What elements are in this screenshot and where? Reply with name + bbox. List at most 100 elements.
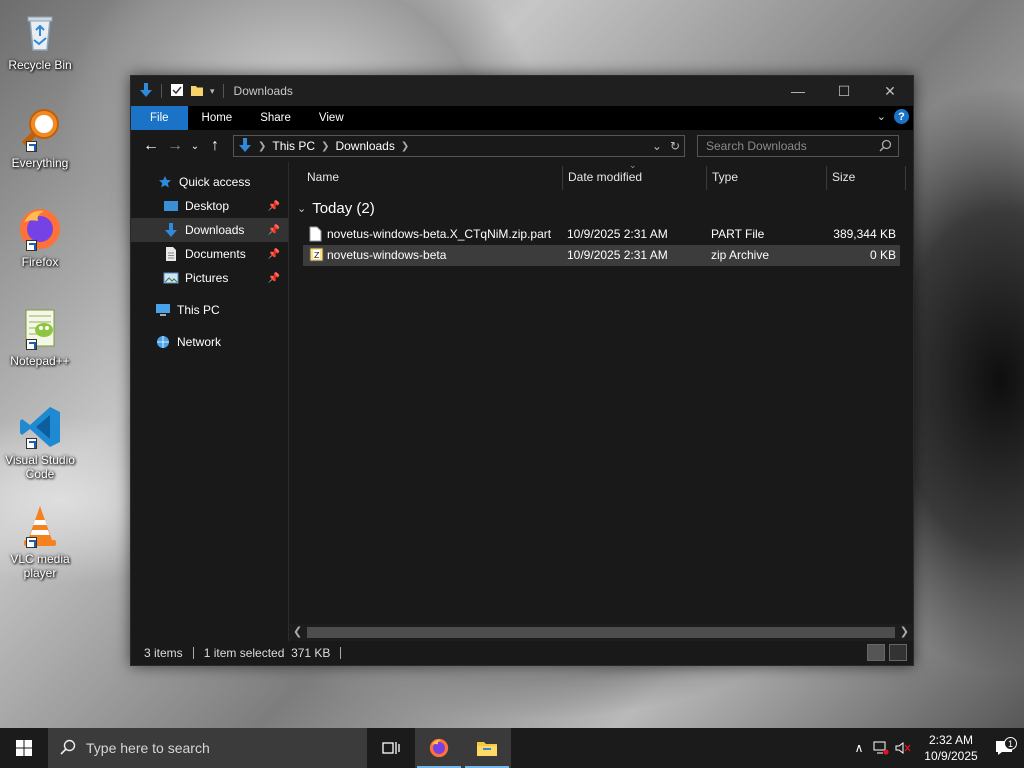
downloads-arrow-icon xyxy=(139,82,153,101)
shortcut-arrow-icon xyxy=(26,240,37,251)
search-input[interactable]: Search Downloads xyxy=(697,135,899,157)
large-icons-view-button[interactable] xyxy=(889,644,907,661)
properties-check-icon[interactable] xyxy=(170,83,184,100)
clock-date: 10/9/2025 xyxy=(924,749,978,763)
svg-text:Z: Z xyxy=(314,251,320,260)
nav-item-desktop[interactable]: Desktop 📌 xyxy=(131,194,288,218)
recent-locations-chevron-icon[interactable]: ⌄ xyxy=(187,141,203,152)
file-name: novetus-windows-beta.X_CTqNiM.zip.part xyxy=(327,227,552,241)
system-tray: ∧ 2:32 AM 10/9/2025 1 xyxy=(848,728,1024,768)
search-icon xyxy=(879,139,892,155)
column-header-size[interactable]: Size xyxy=(832,170,855,184)
taskbar-firefox-button[interactable] xyxy=(415,728,463,768)
desktop-icon-vscode[interactable]: Visual Studio Code xyxy=(2,403,78,481)
file-row[interactable]: novetus-windows-beta.X_CTqNiM.zip.part 1… xyxy=(303,224,900,245)
nav-item-label: Documents xyxy=(185,247,246,261)
column-divider[interactable] xyxy=(706,166,707,190)
breadcrumb-separator-icon[interactable]: ❯ xyxy=(401,141,409,152)
desktop-icon-recycle-bin[interactable]: Recycle Bin xyxy=(2,8,78,72)
desktop-icon-everything[interactable]: Everything xyxy=(2,106,78,170)
zip-archive-icon: Z xyxy=(309,247,324,265)
back-arrow-icon[interactable]: ← xyxy=(139,137,163,155)
clock[interactable]: 2:32 AM 10/9/2025 xyxy=(918,732,984,764)
network-status-icon[interactable] xyxy=(870,741,892,755)
breadcrumb-downloads[interactable]: Downloads xyxy=(335,139,394,153)
breadcrumb-separator-icon[interactable]: ❯ xyxy=(258,141,266,152)
details-view-button[interactable] xyxy=(867,644,885,661)
recycle-bin-icon xyxy=(16,8,64,56)
refresh-icon[interactable]: ↻ xyxy=(670,139,680,153)
title-bar[interactable]: ▾ Downloads — ☐ ✕ xyxy=(131,76,913,106)
breadcrumb-this-pc[interactable]: This PC xyxy=(272,139,315,153)
column-divider[interactable] xyxy=(562,166,563,190)
expand-ribbon-chevron-icon[interactable]: ⌄ xyxy=(877,110,886,123)
pin-icon[interactable]: 📌 xyxy=(268,201,280,212)
taskbar-file-explorer-button[interactable] xyxy=(463,728,511,768)
tab-home[interactable]: Home xyxy=(188,106,247,130)
desktop-icon-firefox[interactable]: Firefox xyxy=(2,205,78,269)
close-button[interactable]: ✕ xyxy=(867,76,913,106)
column-divider[interactable] xyxy=(905,166,906,190)
volume-muted-icon[interactable] xyxy=(892,741,914,755)
tab-view[interactable]: View xyxy=(305,106,358,130)
forward-arrow-icon[interactable]: → xyxy=(163,137,187,155)
show-hidden-icons-chevron-icon[interactable]: ∧ xyxy=(848,741,870,755)
scroll-left-arrow-icon[interactable]: ❮ xyxy=(293,625,302,638)
desktop-folder-icon xyxy=(163,198,179,214)
collapse-chevron-icon[interactable]: ⌄ xyxy=(297,202,306,215)
nav-item-label: Quick access xyxy=(179,175,251,189)
nav-item-documents[interactable]: Documents 📌 xyxy=(131,242,288,266)
task-view-button[interactable] xyxy=(367,728,415,768)
search-placeholder: Search Downloads xyxy=(706,139,807,153)
file-row[interactable]: Z novetus-windows-beta 10/9/2025 2:31 AM… xyxy=(303,245,900,266)
desktop-icon-notepad-plus-plus[interactable]: Notepad++ xyxy=(2,304,78,368)
desktop-icon-label: Everything xyxy=(11,156,69,170)
column-header-date-modified[interactable]: Date modified xyxy=(568,170,642,184)
nav-item-label: Network xyxy=(177,335,222,349)
column-header-type[interactable]: Type xyxy=(712,170,738,184)
pin-icon[interactable]: 📌 xyxy=(268,249,280,260)
customize-toolbar-dropdown-icon[interactable]: ▾ xyxy=(210,86,215,97)
sort-chevron-icon: ⌄ xyxy=(629,160,637,170)
nav-item-pictures[interactable]: Pictures 📌 xyxy=(131,266,288,290)
quick-access-toolbar: ▾ xyxy=(139,82,226,101)
new-folder-icon[interactable] xyxy=(190,83,204,100)
windows-logo-icon xyxy=(16,740,32,756)
tab-file[interactable]: File xyxy=(131,106,188,130)
notepad-plus-plus-icon xyxy=(16,304,64,352)
pin-icon[interactable]: 📌 xyxy=(268,225,280,236)
desktop-icon-label: Recycle Bin xyxy=(8,58,72,72)
start-button[interactable] xyxy=(0,728,48,768)
nav-item-label: Downloads xyxy=(185,223,245,237)
firefox-icon xyxy=(429,738,449,758)
address-bar[interactable]: ❯ This PC ❯ Downloads ❯ ⌄ ↻ xyxy=(233,135,685,157)
column-header-name[interactable]: Name xyxy=(307,170,339,184)
horizontal-scrollbar[interactable]: ❮ ❯ xyxy=(289,624,913,641)
address-row: ← → ⌄ ↑ ❯ This PC ❯ Downloads ❯ ⌄ ↻ Sear… xyxy=(131,130,913,162)
nav-item-label: This PC xyxy=(177,303,220,317)
group-header[interactable]: ⌄ Today (2) xyxy=(297,200,375,217)
action-center-button[interactable]: 1 xyxy=(984,737,1024,756)
address-history-chevron-icon[interactable]: ⌄ xyxy=(652,139,662,153)
toolbar-separator xyxy=(161,84,162,98)
help-icon[interactable]: ? xyxy=(894,109,909,124)
maximize-button[interactable]: ☐ xyxy=(821,76,867,106)
nav-item-this-pc[interactable]: This PC xyxy=(131,298,288,322)
pin-icon[interactable]: 📌 xyxy=(268,273,280,284)
scroll-right-arrow-icon[interactable]: ❯ xyxy=(900,625,909,638)
shortcut-arrow-icon xyxy=(26,537,37,548)
nav-item-downloads[interactable]: Downloads 📌 xyxy=(131,218,288,242)
up-arrow-icon[interactable]: ↑ xyxy=(203,137,227,155)
desktop-icon-label: Notepad++ xyxy=(10,354,70,368)
nav-item-quick-access[interactable]: Quick access xyxy=(131,170,288,194)
desktop-icon-vlc[interactable]: VLC media player xyxy=(2,502,78,580)
breadcrumb-separator-icon[interactable]: ❯ xyxy=(321,141,329,152)
status-separator xyxy=(340,647,342,659)
minimize-button[interactable]: — xyxy=(775,76,821,106)
scrollbar-thumb[interactable] xyxy=(307,627,895,638)
tab-share[interactable]: Share xyxy=(246,106,305,130)
vscode-icon xyxy=(16,403,64,451)
column-divider[interactable] xyxy=(826,166,827,190)
nav-item-network[interactable]: Network xyxy=(131,330,288,354)
taskbar-search-box[interactable]: Type here to search xyxy=(48,728,367,768)
